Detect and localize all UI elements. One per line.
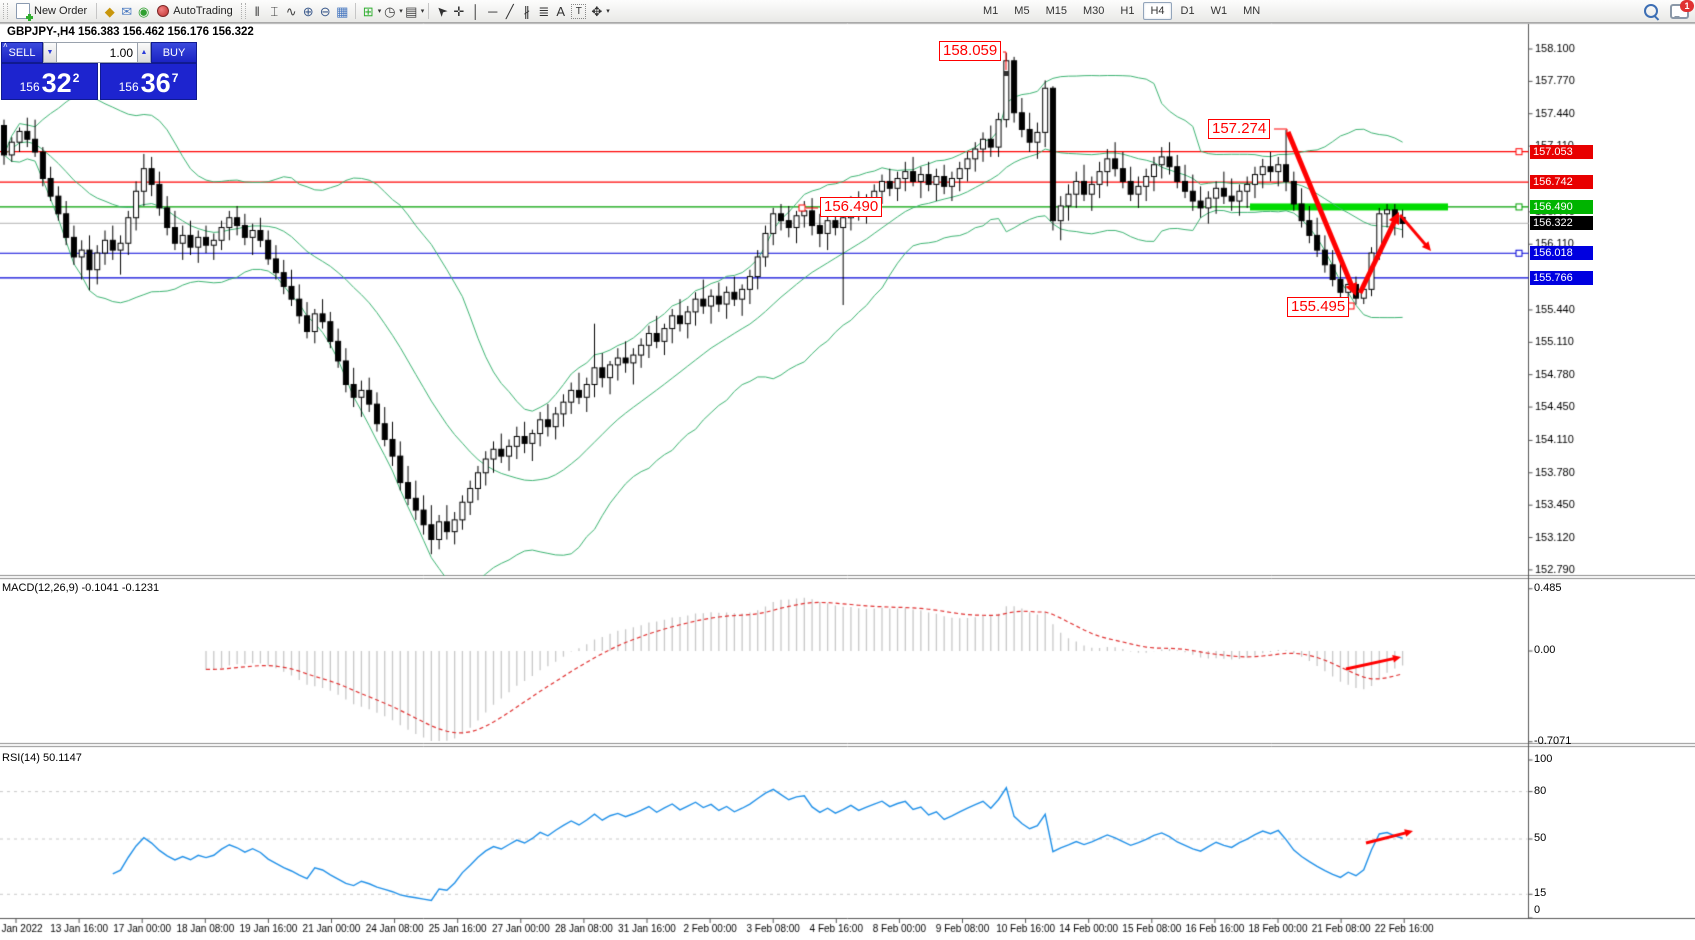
autotrading-button[interactable]: AutoTrading <box>152 2 238 20</box>
indicators-icon[interactable]: ⊞ <box>360 3 377 20</box>
sell-button[interactable]: ˄ SELL <box>1 42 43 63</box>
price-badge-156.018: 156.018 <box>1530 246 1593 260</box>
macd-scale-label: -0.7071 <box>1534 735 1592 747</box>
timeframe-button-w1[interactable]: W1 <box>1204 2 1235 20</box>
toolbar-grip <box>3 3 8 19</box>
gold-icon[interactable]: ◆ <box>101 3 118 20</box>
chat-notification-badge: 1 <box>1680 0 1694 12</box>
toolbar-separator <box>96 3 97 19</box>
rsi-scale-label: 0 <box>1534 904 1592 916</box>
toolbar-separator <box>355 3 356 19</box>
sell-price-button[interactable]: 156 32 2 <box>1 63 98 100</box>
buy-price-base: 156 <box>119 80 139 94</box>
search-icon[interactable] <box>1644 4 1658 18</box>
toolbar-grip <box>241 3 246 19</box>
price-badge-156.490: 156.490 <box>1530 200 1593 214</box>
signal-icon[interactable]: ◉ <box>135 3 152 20</box>
main-toolbar: New Order ◆✉◉ AutoTrading ‖⌶∿⊕⊖▦ ⊞▾◷▾▤▾ … <box>0 0 1695 23</box>
volume-increase-button[interactable]: ▲ <box>137 42 151 63</box>
annotation-157274[interactable]: 157.274 <box>1208 119 1270 139</box>
collapse-caret-icon[interactable]: ˄ <box>3 41 8 50</box>
autotrading-label: AutoTrading <box>173 5 233 17</box>
horizontal-line-icon[interactable]: ─ <box>484 3 501 20</box>
toolbar-icon-group-dropdown: ⊞▾◷▾▤▾ <box>360 3 425 20</box>
sell-price-big: 32 <box>42 70 72 97</box>
annotation-158059[interactable]: 158.059 <box>939 41 1001 61</box>
new-order-button[interactable]: New Order <box>11 0 92 22</box>
buy-label: BUY <box>163 47 186 59</box>
templates-icon[interactable]: ▤ <box>403 3 420 20</box>
bar-chart-icon[interactable]: ‖ <box>249 3 266 20</box>
chart-title: GBPJPY-,H4 156.383 156.462 156.176 156.3… <box>7 26 254 38</box>
rsi-scale-label: 15 <box>1534 887 1592 899</box>
toolbar-icon-group-left: ◆✉◉ <box>101 3 152 20</box>
annotation-155495[interactable]: 155.495 <box>1287 297 1349 317</box>
new-order-label: New Order <box>34 5 87 17</box>
timeframe-button-m15[interactable]: M15 <box>1039 2 1074 20</box>
templates-dropdown-arrow[interactable]: ▾ <box>421 7 425 15</box>
rsi-label: RSI(14) 50.1147 <box>2 752 82 764</box>
price-badge-157.053: 157.053 <box>1530 145 1593 159</box>
line-chart-icon[interactable]: ∿ <box>283 3 300 20</box>
macd-scale-label: 0.00 <box>1534 644 1592 656</box>
autotrading-icon <box>157 5 169 17</box>
rsi-scale-label: 80 <box>1534 785 1592 797</box>
vertical-line-icon[interactable]: │ <box>467 3 484 20</box>
mail-icon[interactable]: ✉ <box>118 3 135 20</box>
rsi-scale-label: 50 <box>1534 832 1592 844</box>
new-order-icon <box>16 3 30 19</box>
toolbar-icon-group-chart: ‖⌶∿⊕⊖▦ <box>249 3 351 20</box>
buy-price-button[interactable]: 156 36 7 <box>100 63 197 100</box>
arrows-tool-icon[interactable]: ✥ <box>588 3 605 20</box>
sell-price-base: 156 <box>20 80 40 94</box>
volume-input[interactable] <box>57 42 137 63</box>
chart-canvas[interactable] <box>0 0 1695 940</box>
price-badge-156.322: 156.322 <box>1530 216 1593 230</box>
trendline-icon[interactable]: ╱ <box>501 3 518 20</box>
sell-price-sup: 2 <box>73 71 80 85</box>
toolbar-right-group: 1 <box>1644 0 1689 22</box>
buy-price-sup: 7 <box>172 71 179 85</box>
timeframe-button-m5[interactable]: M5 <box>1007 2 1036 20</box>
timeframe-button-m1[interactable]: M1 <box>976 2 1005 20</box>
text-icon[interactable]: A <box>552 3 569 20</box>
channel-icon[interactable]: ∦ <box>518 3 535 20</box>
timeframe-button-m30[interactable]: M30 <box>1076 2 1111 20</box>
buy-button[interactable]: BUY <box>151 42 197 63</box>
periods-clock-icon[interactable]: ◷ <box>381 3 398 20</box>
annotation-156490[interactable]: 156.490 <box>820 197 882 217</box>
volume-decrease-button[interactable]: ▼ <box>43 42 57 63</box>
price-badge-155.766: 155.766 <box>1530 271 1593 285</box>
timeframe-button-d1[interactable]: D1 <box>1174 2 1202 20</box>
zoom-in-icon[interactable]: ⊕ <box>300 3 317 20</box>
zoom-out-icon[interactable]: ⊖ <box>317 3 334 20</box>
timeframe-toolbar: M1M5M15M30H1H4D1W1MN <box>975 0 1268 22</box>
buy-price-big: 36 <box>141 70 171 97</box>
rsi-scale-label: 100 <box>1534 753 1592 765</box>
fibonacci-icon[interactable]: ≣ <box>535 3 552 20</box>
one-click-trading-panel: ˄ SELL ▼ ▲ BUY 156 32 2 156 36 7 <box>1 42 197 100</box>
timeframe-button-mn[interactable]: MN <box>1236 2 1267 20</box>
toolbar-icon-group-tools: ➤✛│─╱∦≣AT✥▾ <box>433 3 610 20</box>
tile-windows-icon[interactable]: ▦ <box>334 3 351 20</box>
price-badge-156.742: 156.742 <box>1530 175 1593 189</box>
macd-label: MACD(12,26,9) -0.1041 -0.1231 <box>2 582 159 594</box>
chat-icon[interactable]: 1 <box>1670 4 1689 19</box>
macd-scale-label: 0.485 <box>1534 582 1592 594</box>
timeframe-button-h4[interactable]: H4 <box>1143 2 1171 20</box>
text-label-icon[interactable]: T <box>571 4 586 19</box>
arrows-tool-dropdown-arrow[interactable]: ▾ <box>606 7 610 15</box>
candlestick-chart-icon[interactable]: ⌶ <box>266 3 283 20</box>
sell-label: SELL <box>9 47 36 59</box>
timeframe-button-h1[interactable]: H1 <box>1113 2 1141 20</box>
